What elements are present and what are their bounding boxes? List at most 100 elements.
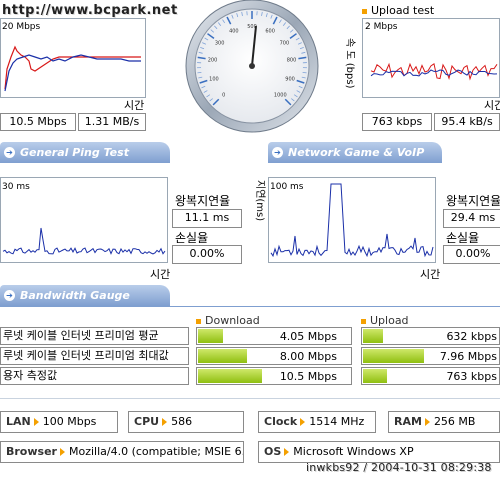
bandwidth-title: Bandwidth Gauge	[20, 289, 130, 302]
browser-label: Browser	[6, 445, 57, 458]
game-section-header: ➔ Network Game & VoIP Test	[268, 142, 442, 180]
game-graph	[270, 183, 434, 258]
speed-gauge: 01002003004005006007008009001000	[185, 0, 319, 133]
game-rtt-label: 왕복지연율	[446, 194, 500, 208]
gauge-tick-label: 100	[209, 76, 219, 82]
ping-rtt-box: 11.1 ms	[172, 209, 242, 228]
ping-graph	[2, 227, 166, 255]
download-bar-track: 10.5 Mbps	[196, 367, 352, 385]
download-header-text: Download	[205, 314, 260, 327]
upload-header-text: Upload	[370, 314, 409, 327]
download-bar-fill	[198, 329, 223, 343]
game-loss-box: 0.00%	[443, 245, 500, 264]
game-rtt-box: 29.4 ms	[443, 209, 500, 228]
upload-title: Upload test	[362, 4, 434, 17]
arrow-right-icon: ➔	[272, 147, 283, 158]
download-bar-value: 8.00 Mbps	[279, 350, 337, 363]
ping-rtt-label: 왕복지연율	[175, 194, 231, 208]
game-time-label: 시간	[420, 268, 441, 281]
browser-value: Mozilla/4.0 (compatible; MSIE 6.0	[68, 445, 244, 458]
triangle-icon	[424, 418, 430, 426]
upload-title-text: Upload test	[371, 4, 435, 17]
upload-bar-value: 632 kbps	[446, 330, 497, 343]
gauge-tick-label: 1000	[274, 92, 287, 98]
gauge-tick-label: 400	[229, 28, 239, 34]
ping-graph-panel: 30 ms	[0, 177, 168, 263]
upload-bar-value: 763 kbps	[446, 370, 497, 383]
download-bar-fill	[198, 349, 247, 363]
lan-label: LAN	[6, 415, 31, 428]
triangle-icon	[162, 418, 168, 426]
download-graph-panel: 20 Mbps	[0, 18, 146, 98]
footer-stamp: inwkbs92 / 2004-10-31 08:29:38	[306, 461, 492, 474]
download-bar-track: 8.00 Mbps	[196, 347, 352, 365]
clock-value: 1514 MHz	[309, 415, 365, 428]
game-title: Network Game & VoIP Test	[288, 146, 425, 180]
bandwidth-divider	[0, 306, 500, 307]
upload-time-label: 시간	[484, 99, 500, 112]
cpu-label: CPU	[134, 415, 160, 428]
system-divider	[0, 398, 500, 399]
triangle-icon	[59, 448, 65, 456]
upload-kbps-box: 763 kbps	[362, 113, 432, 131]
arrow-right-icon: ➔	[4, 290, 15, 301]
download-mbps-box: 10.5 Mbps	[0, 113, 76, 131]
upload-graph-panel: 2 Mbps	[362, 18, 500, 98]
gauge-tick-label: 600	[265, 28, 275, 34]
download-bar-track: 4.05 Mbps	[196, 327, 352, 345]
download-header: Download	[196, 314, 260, 327]
upload-bar-track: 632 kbps	[361, 327, 500, 345]
cpu-value: 586	[171, 415, 193, 428]
game-series	[270, 183, 434, 258]
os-value: Microsoft Windows XP	[293, 445, 414, 458]
download-series-blue	[4, 54, 141, 92]
bandwidth-section-header: ➔ Bandwidth Gauge	[0, 285, 170, 306]
cpu-info: CPU 586	[128, 411, 244, 433]
upload-bar-fill	[363, 369, 387, 383]
ping-loss-label: 손실율	[175, 231, 209, 245]
upload-header: Upload	[361, 314, 409, 327]
upload-bar-fill	[363, 329, 383, 343]
ram-value: 256 MB	[433, 415, 476, 428]
watermark: http://www.bcpark.net	[2, 3, 178, 18]
gauge-tick-label: 200	[208, 58, 218, 64]
gauge-tick-label: 900	[285, 76, 295, 82]
download-bar-value: 4.05 Mbps	[279, 330, 337, 343]
triangle-icon	[33, 418, 39, 426]
download-bar-fill	[198, 369, 262, 383]
os-label: OS	[264, 445, 282, 458]
gauge-tick	[197, 71, 202, 74]
triangle-icon	[284, 448, 290, 456]
gauge-tick-label: 700	[280, 40, 290, 46]
lan-value: 100 Mbps	[42, 415, 97, 428]
bandwidth-row-label: 용자 측정값	[0, 367, 189, 385]
ram-label: RAM	[394, 415, 422, 428]
upload-graph	[370, 62, 498, 81]
lan-info: LAN 100 Mbps	[0, 411, 118, 433]
ping-loss-box: 0.00%	[172, 245, 242, 264]
bandwidth-row-label: 루넷 케이블 인터넷 프리미엄 최대값	[0, 347, 189, 365]
upload-bar-fill	[363, 349, 424, 363]
ping-title: General Ping Test	[20, 146, 129, 159]
upload-bar-value: 7.96 Mbps	[439, 350, 497, 363]
os-info: OS Microsoft Windows XP	[258, 441, 500, 463]
gauge-tick-label: 300	[215, 40, 225, 46]
download-mbs-box: 1.31 MB/s	[78, 113, 146, 131]
gauge-tick	[302, 71, 307, 74]
bandwidth-row-label: 루넷 케이블 인터넷 프리미엄 평균	[0, 327, 189, 345]
download-series-red	[4, 45, 141, 90]
gauge-tick-label: 800	[287, 58, 297, 64]
triangle-icon	[300, 418, 306, 426]
browser-info: Browser Mozilla/4.0 (compatible; MSIE 6.0	[0, 441, 244, 463]
upload-bar-track: 7.96 Mbps	[361, 347, 500, 365]
clock-label: Clock	[264, 415, 298, 428]
game-yaxis-label: 지연(ms)	[254, 180, 265, 222]
ping-series	[2, 227, 166, 255]
ping-section-header: ➔ General Ping Test	[0, 142, 170, 163]
ping-time-label: 시간	[150, 268, 171, 281]
arrow-right-icon: ➔	[4, 147, 15, 158]
ram-info: RAM 256 MB	[388, 411, 500, 433]
game-loss-label: 손실율	[446, 231, 480, 245]
download-graph	[4, 45, 141, 92]
upload-bar-track: 763 kbps	[361, 367, 500, 385]
